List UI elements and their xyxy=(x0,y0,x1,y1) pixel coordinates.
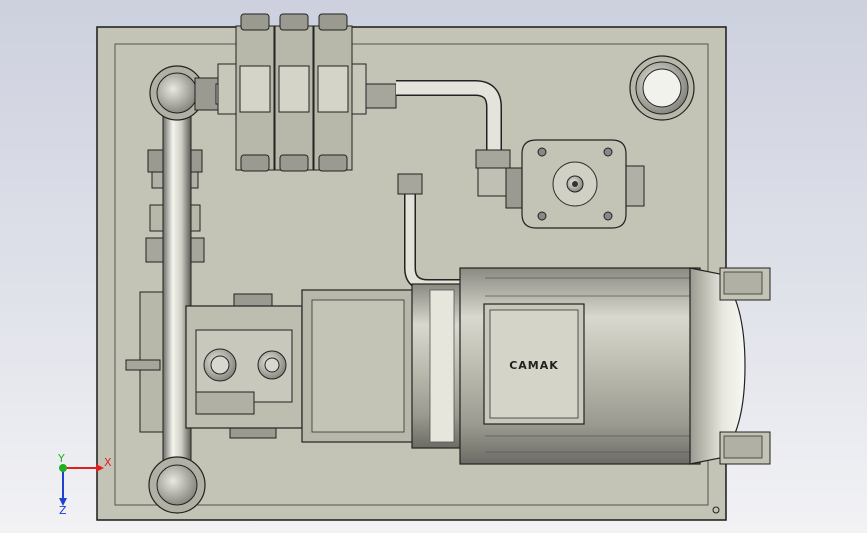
solenoid-valve-1[interactable] xyxy=(235,13,275,172)
pipe-fitting xyxy=(365,83,397,109)
solenoid-valve-2[interactable] xyxy=(274,13,314,172)
pipe-fitting xyxy=(397,173,423,195)
solenoid-valve-3[interactable] xyxy=(313,13,353,172)
flange-filter[interactable] xyxy=(505,139,645,229)
model-canvas[interactable]: CAMAK X Y Z xyxy=(0,0,867,533)
electric-motor[interactable]: CAMAK xyxy=(411,267,771,465)
motor-nameplate: CAMAK xyxy=(483,303,585,425)
pump-shaft xyxy=(125,359,161,371)
nameplate-label: CAMAK xyxy=(509,359,559,372)
3d-model-viewport[interactable]: CAMAK X Y Z xyxy=(0,0,867,533)
x-axis-label: X xyxy=(104,456,112,469)
z-axis-label: Z xyxy=(59,504,67,517)
y-axis-dot xyxy=(59,464,67,472)
pump-port xyxy=(195,391,255,415)
y-axis-label: Y xyxy=(57,452,65,465)
pipe-fitting xyxy=(475,149,511,169)
filler-cap[interactable] xyxy=(629,55,695,121)
solenoid-valve-stack[interactable] xyxy=(217,13,367,172)
